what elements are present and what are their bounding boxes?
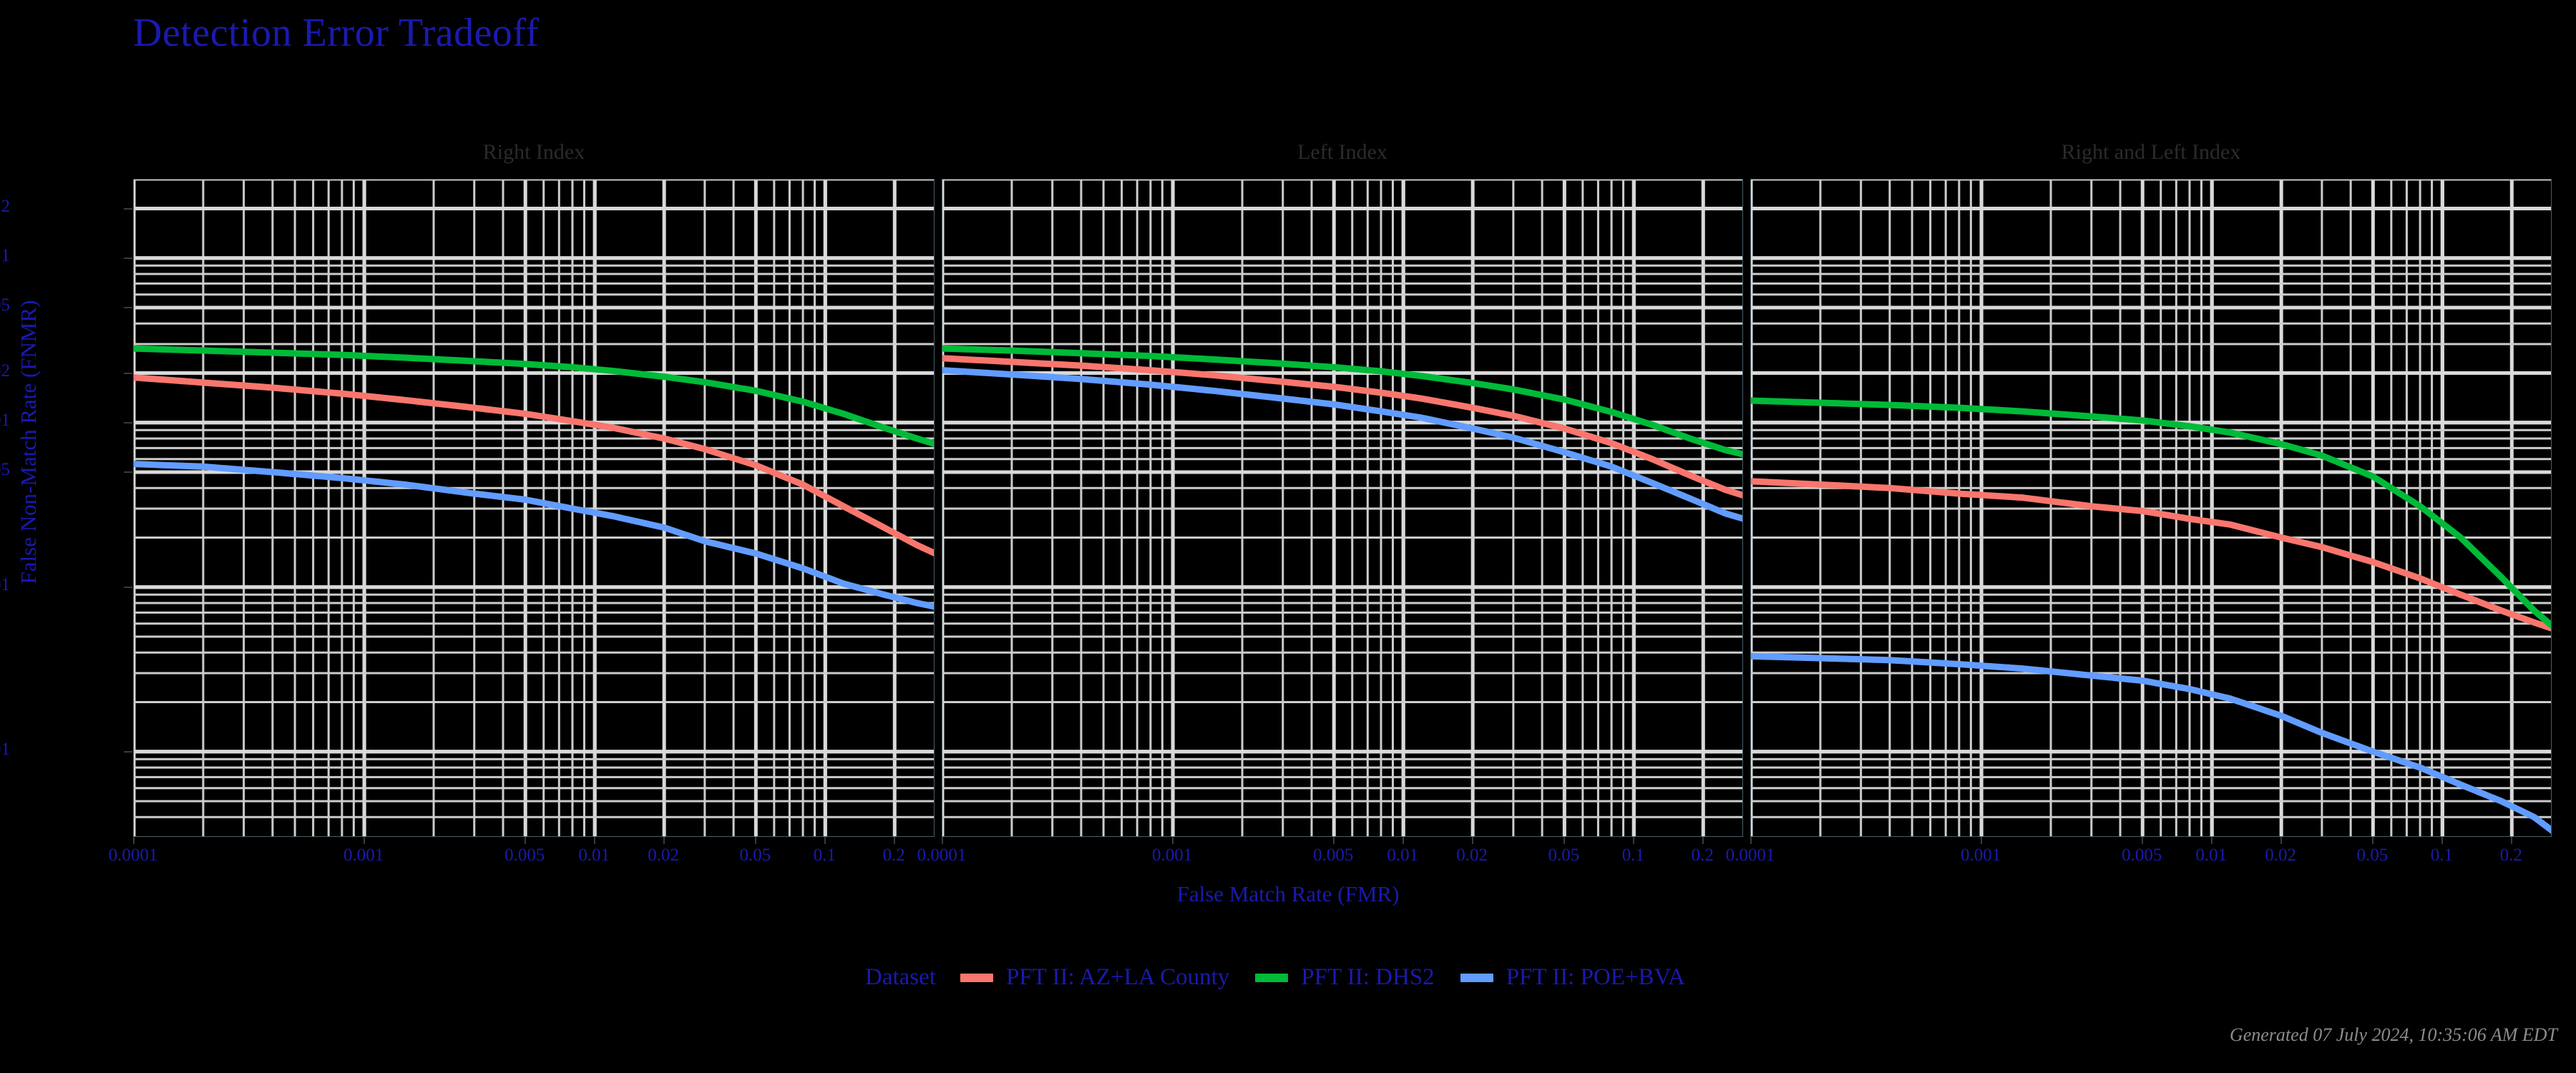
plot-canvas	[134, 180, 934, 836]
y-axis-tick-label: 0.001	[0, 574, 10, 594]
y-axis-tick-mark	[124, 207, 132, 210]
det-chart-root: Detection Error Tradeoff False Non-Match…	[0, 0, 2576, 1073]
x-axis-tick-label: 0.05	[1548, 846, 1580, 865]
grid-lines	[134, 180, 934, 836]
y-axis-tick-label: 0.05	[0, 295, 10, 315]
x-axis-tick-label: 0.005	[2122, 846, 2162, 865]
x-axis-tick-label: 0.001	[1960, 846, 2001, 865]
panel-strip-title: Left Index	[1297, 140, 1387, 164]
x-axis-tick-label: 0.0001	[108, 846, 158, 865]
y-axis-tick-label: 0.02	[0, 361, 10, 381]
legend-item[interactable]: PFT II: POE+BVA	[1460, 964, 1685, 991]
x-axis-tick-label: 0.1	[1621, 846, 1644, 865]
panel-strip-title: Right and Left Index	[2061, 140, 2241, 164]
legend-item-label: PFT II: AZ+LA County	[1005, 964, 1230, 990]
plot-canvas	[942, 180, 1742, 836]
plot-panel	[1750, 179, 2552, 837]
x-axis-tick-label: 0.01	[2195, 846, 2228, 865]
y-axis-tick-label: 0.2	[0, 196, 10, 216]
y-axis-tick-label: 0.1	[0, 245, 10, 265]
x-axis-tick-label: 0.01	[578, 846, 610, 865]
y-axis-tick-mark	[124, 421, 132, 423]
x-axis-tick-label: 0.01	[1387, 846, 1419, 865]
x-axis-tick-label: 0.0001	[917, 846, 967, 865]
legend: Dataset PFT II: AZ+LA County PFT II: DHS2…	[0, 964, 2576, 991]
x-axis-tick-label: 0.2	[2499, 846, 2522, 865]
x-axis-tick-label: 0.02	[648, 846, 680, 865]
x-axis-tick-label: 0.1	[2430, 846, 2453, 865]
x-axis-tick-label: 0.0001	[1725, 846, 1775, 865]
grid-lines	[942, 180, 1742, 836]
legend-title: Dataset	[865, 964, 936, 990]
x-axis-tick-label: 0.02	[1456, 846, 1488, 865]
y-axis-tick-mark	[124, 372, 132, 374]
x-axis-tick-label: 0.005	[1313, 846, 1354, 865]
x-axis-tick-label: 0.001	[1151, 846, 1193, 865]
legend-item[interactable]: PFT II: AZ+LA County	[960, 964, 1229, 991]
plot-canvas	[1751, 180, 2551, 836]
generated-timestamp: Generated 07 July 2024, 10:35:06 AM EDT	[2229, 1024, 2557, 1045]
y-axis-tick-mark	[124, 586, 132, 588]
x-axis-tick-label: 0.2	[1691, 846, 1714, 865]
y-axis-tick-mark	[124, 750, 132, 753]
grid-lines	[1751, 180, 2551, 836]
x-axis-tick-label: 0.001	[343, 846, 384, 865]
x-axis-title: False Match Rate (FMR)	[1176, 881, 1400, 906]
legend-items: PFT II: AZ+LA County PFT II: DHS2 PFT II: …	[960, 964, 1711, 991]
page-title: Detection Error Tradeoff	[133, 11, 540, 55]
x-axis-tick-label: 0.1	[813, 846, 836, 865]
legend-item-label: PFT II: DHS2	[1301, 964, 1435, 990]
legend-item-label: PFT II: POE+BVA	[1506, 964, 1685, 990]
plot-panel	[942, 179, 1743, 837]
x-axis-tick-label: 0.05	[739, 846, 771, 865]
y-axis-tick-label: 0.0001	[0, 739, 10, 759]
x-axis-tick-label: 0.02	[2265, 846, 2297, 865]
x-axis-tick-label: 0.005	[504, 846, 545, 865]
x-axis-tick-label: 0.2	[882, 846, 905, 865]
y-axis-tick-mark	[124, 306, 132, 308]
panel-strip-title: Right Index	[482, 140, 585, 164]
legend-item[interactable]: PFT II: DHS2	[1255, 964, 1435, 991]
plot-panel	[133, 179, 935, 837]
legend-color-swatch	[1255, 973, 1289, 982]
legend-color-swatch	[960, 973, 993, 982]
y-axis-tick-mark	[124, 257, 132, 259]
y-axis-tick-label: 0.01	[0, 410, 10, 430]
legend-color-swatch	[1460, 973, 1493, 982]
x-axis-tick-label: 0.05	[2356, 846, 2389, 865]
y-axis-title: False Non-Match Rate (FNMR)	[16, 300, 41, 584]
y-axis-tick-mark	[124, 471, 132, 473]
y-axis-tick-label: 0.005	[0, 459, 10, 479]
